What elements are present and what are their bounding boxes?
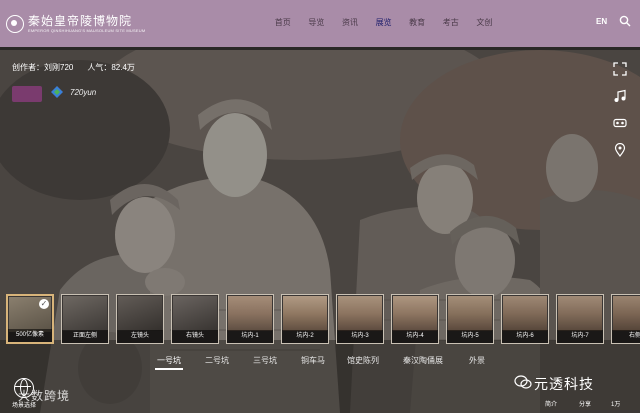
thumb-label: 左镜头 [117, 330, 163, 343]
thumb-item[interactable]: 坑内-3 [336, 294, 384, 344]
thumb-item[interactable]: 坑内-2 [281, 294, 329, 344]
main-nav: 首页 导览 资讯 展览 教育 考古 文创 [266, 17, 501, 28]
tab-exterior[interactable]: 外景 [469, 355, 485, 366]
thumb-label: 坑内-7 [557, 330, 603, 343]
nav-item-archaeology[interactable]: 考古 [434, 17, 468, 28]
thumb-label: 坑内-4 [392, 330, 438, 343]
fullscreen-icon[interactable] [613, 62, 627, 76]
likes-count[interactable]: 1万 [611, 399, 620, 408]
tab-qinhan-figurines[interactable]: 秦汉陶俑展 [403, 355, 443, 366]
tab-bronze-chariot[interactable]: 铜车马 [301, 355, 325, 366]
logo-subtitle: EMPEROR QINSHIHUANG'S MAUSOLEUM SITE MUS… [28, 28, 146, 33]
thumb-item[interactable]: 左镜头 [116, 294, 164, 344]
museum-logo[interactable]: 秦始皇帝陵博物院 EMPEROR QINSHIHUANG'S MAUSOLEUM… [6, 10, 145, 38]
location-icon[interactable] [613, 142, 627, 157]
thumb-label: 正面左侧 [62, 330, 108, 343]
brand-logo-a[interactable] [12, 86, 42, 102]
logo-emblem-icon [6, 15, 24, 33]
thumb-label: 右侧 [612, 330, 640, 343]
lang-en-link[interactable]: EN [596, 17, 607, 26]
popularity-label: 人气：82.4万 [87, 63, 135, 72]
side-toolbar [613, 62, 627, 157]
share-button[interactable]: 分享 [579, 399, 591, 408]
search-icon[interactable] [619, 15, 631, 27]
category-tabs: 一号坑 二号坑 三号坑 铜车马 馆史陈列 秦汉陶俑展 外景 [0, 355, 640, 370]
thumb-item[interactable]: 右镜头 [171, 294, 219, 344]
nav-item-education[interactable]: 教育 [400, 17, 434, 28]
thumb-item[interactable]: 坑内-1 [226, 294, 274, 344]
watermark-left: 大数跨境 [18, 389, 71, 403]
thumb-label: 坑内-3 [337, 330, 383, 343]
wechat-icon [514, 375, 532, 389]
thumb-item[interactable]: 坑内-6 [501, 294, 549, 344]
scene-info: 创作者：刘刚720 人气：82.4万 [12, 62, 135, 73]
intro-button[interactable]: 简介 [545, 399, 557, 408]
thumb-item[interactable]: 正面左侧 [61, 294, 109, 344]
watermark-right: 元透科技 [534, 376, 594, 392]
thumb-item[interactable]: ✓ 500亿像素 [6, 294, 54, 344]
music-icon[interactable] [613, 89, 627, 103]
thumb-label: 右镜头 [172, 330, 218, 343]
thumb-label: 500亿像素 [8, 329, 52, 342]
tab-pit-2[interactable]: 二号坑 [205, 355, 229, 366]
scene-thumbnail-strip: ✓ 500亿像素 正面左侧 左镜头 右镜头 坑内-1 坑内-2 坑内-3 坑内-… [6, 294, 640, 344]
nav-item-creative[interactable]: 文创 [468, 17, 502, 28]
nav-item-guide[interactable]: 导览 [300, 17, 334, 28]
nav-item-home[interactable]: 首页 [266, 17, 300, 28]
nav-item-news[interactable]: 资讯 [333, 17, 367, 28]
thumb-item[interactable]: 坑内-5 [446, 294, 494, 344]
thumb-label: 坑内-6 [502, 330, 548, 343]
selected-check-icon: ✓ [39, 299, 49, 309]
logo-title: 秦始皇帝陵博物院 [28, 14, 133, 28]
tab-history-exhibit[interactable]: 馆史陈列 [347, 355, 379, 366]
creator-label: 创作者：刘刚720 [12, 63, 74, 72]
thumb-label: 坑内-2 [282, 330, 328, 343]
site-header: 秦始皇帝陵博物院 EMPEROR QINSHIHUANG'S MAUSOLEUM… [0, 0, 640, 47]
thumb-item[interactable]: 右侧 [611, 294, 640, 344]
brand-logo-720yun[interactable]: 720yun [70, 88, 96, 97]
map-pin-icon[interactable] [50, 85, 64, 99]
nav-item-exhibition[interactable]: 展览 [367, 17, 401, 28]
tab-pit-3[interactable]: 三号坑 [253, 355, 277, 366]
panorama-viewer[interactable]: 创作者：刘刚720 人气：82.4万 720yun ✓ 500亿像素 正面左侧 [0, 50, 640, 413]
thumb-item[interactable]: 坑内-4 [391, 294, 439, 344]
thumb-label: 坑内-5 [447, 330, 493, 343]
vr-icon[interactable] [613, 116, 627, 130]
tab-pit-1[interactable]: 一号坑 [155, 355, 183, 370]
thumb-item[interactable]: 坑内-7 [556, 294, 604, 344]
thumb-label: 坑内-1 [227, 330, 273, 343]
